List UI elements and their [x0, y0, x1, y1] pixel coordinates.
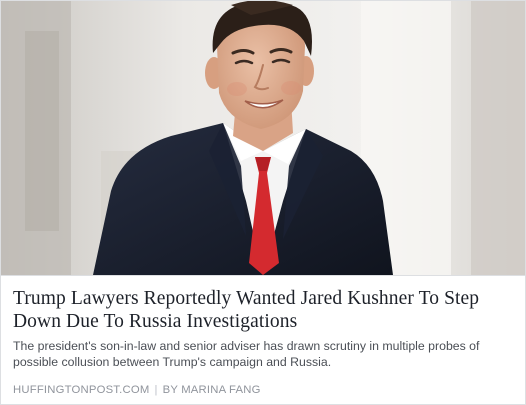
- link-preview-card[interactable]: Trump Lawyers Reportedly Wanted Jared Ku…: [0, 0, 526, 405]
- article-source: HUFFINGTONPOST.COM: [13, 384, 150, 396]
- article-description: The president's son-in-law and senior ad…: [13, 339, 480, 369]
- article-headline[interactable]: Trump Lawyers Reportedly Wanted Jared Ku…: [13, 287, 513, 333]
- article-info[interactable]: Trump Lawyers Reportedly Wanted Jared Ku…: [1, 275, 525, 404]
- article-hero-image[interactable]: [1, 1, 525, 275]
- article-byline: BY MARINA FANG: [162, 384, 261, 396]
- portrait-photo: [1, 1, 525, 275]
- meta-separator: |: [154, 384, 158, 396]
- article-meta: HUFFINGTONPOST.COM | BY MARINA FANG: [13, 383, 261, 397]
